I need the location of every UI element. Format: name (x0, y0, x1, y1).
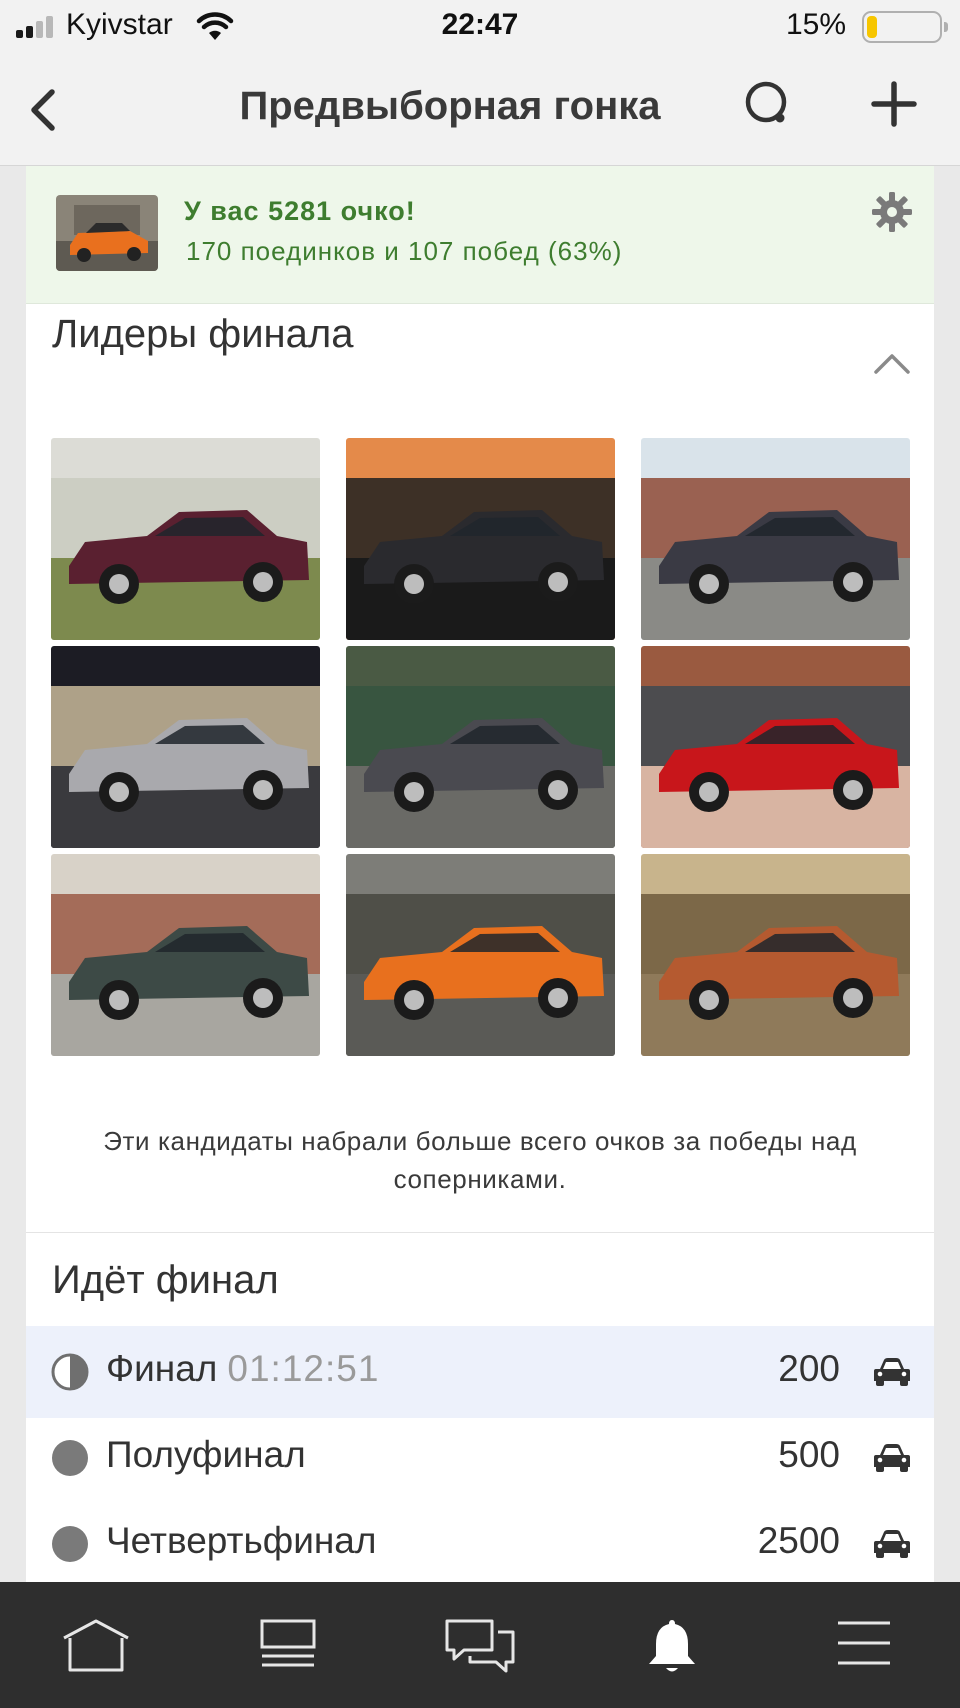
round-count: 500 (778, 1434, 840, 1475)
leader-car-photo[interactable] (641, 854, 910, 1056)
battery-level (867, 16, 877, 38)
tab-home[interactable] (0, 1582, 192, 1708)
plus-icon[interactable] (864, 74, 924, 134)
navigation-bar: Предвыборная гонка (0, 54, 960, 166)
chevron-up-icon[interactable] (870, 348, 914, 378)
round-name: Четвертьфинал (106, 1520, 377, 1561)
score-card[interactable]: У вас 5281 очко! 170 поединков и 107 поб… (26, 166, 934, 304)
feed-icon (260, 1619, 316, 1667)
leader-car-photo[interactable] (51, 646, 320, 848)
tab-notifications[interactable] (576, 1582, 768, 1708)
tab-menu[interactable] (768, 1582, 960, 1708)
car-icon (874, 1444, 910, 1472)
round-name: Полуфинал (106, 1434, 306, 1475)
leader-car-photo[interactable] (51, 438, 320, 640)
half-circle-icon (51, 1353, 89, 1391)
leader-car-photo[interactable] (346, 646, 615, 848)
circle-icon (52, 1440, 88, 1476)
messages-icon (445, 1619, 515, 1673)
home-icon (63, 1619, 129, 1672)
round-count: 2500 (757, 1520, 840, 1561)
tab-bar (0, 1582, 960, 1708)
battery-percent: 15% (785, 8, 846, 41)
score-title: У вас 5281 очко! (184, 196, 416, 226)
round-row-semifinal[interactable]: Полуфинал 500 (26, 1412, 934, 1504)
round-count: 200 (778, 1348, 840, 1389)
battery-icon (862, 11, 948, 43)
leaders-note: Эти кандидаты набрали больше всего очков… (103, 1126, 857, 1194)
gear-icon[interactable] (870, 190, 914, 234)
circle-icon (52, 1526, 88, 1562)
leader-car-photo[interactable] (641, 438, 910, 640)
status-bar: Kyivstar 22:47 15% (0, 0, 960, 54)
content-panel: У вас 5281 очко! 170 поединков и 107 поб… (26, 166, 934, 1582)
user-car-thumbnail (56, 195, 158, 271)
car-icon (874, 1530, 910, 1558)
round-label: Финал 01:12:51 (106, 1348, 379, 1390)
round-name: Финал (106, 1348, 218, 1389)
notifications-icon (649, 1620, 695, 1672)
final-title: Идёт финал (52, 1258, 279, 1302)
leader-car-photo[interactable] (346, 854, 615, 1056)
leader-car-photo[interactable] (641, 646, 910, 848)
round-timer: 01:12:51 (227, 1348, 380, 1389)
tab-feed[interactable] (192, 1582, 384, 1708)
menu-icon (838, 1621, 890, 1665)
tab-messages[interactable] (384, 1582, 576, 1708)
score-stats: 170 поединков и 107 побед (63%) (186, 236, 623, 266)
round-row-final[interactable]: Финал 01:12:51 200 (26, 1326, 934, 1418)
round-row-quarterfinal[interactable]: Четвертьфинал 2500 (26, 1498, 934, 1582)
leader-car-photo[interactable] (346, 438, 615, 640)
search-icon[interactable] (736, 74, 796, 134)
leaders-title: Лидеры финала (52, 312, 354, 356)
leader-car-photo[interactable] (51, 854, 320, 1056)
divider (26, 1232, 934, 1233)
car-icon (874, 1358, 910, 1386)
